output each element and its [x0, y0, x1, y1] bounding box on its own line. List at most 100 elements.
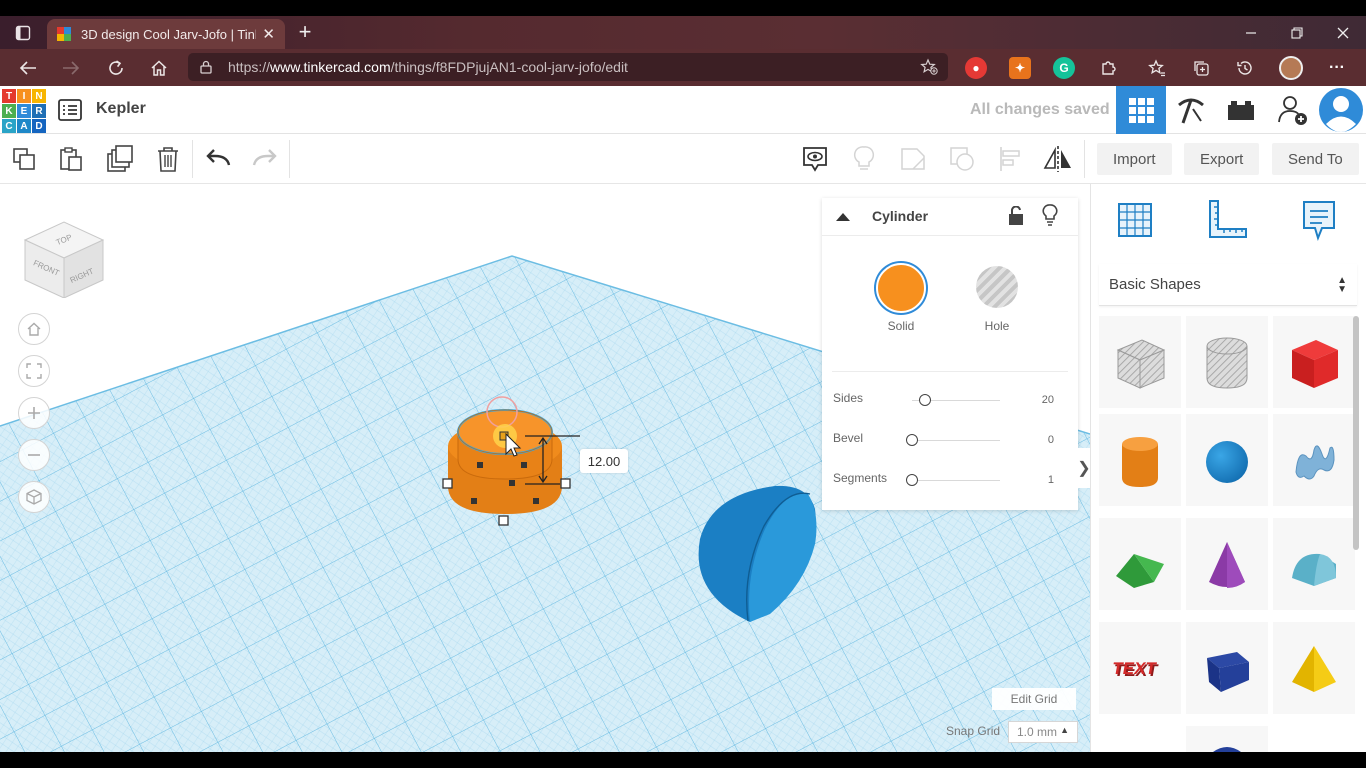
delete-button[interactable] [152, 143, 184, 175]
shape-box[interactable] [1273, 316, 1355, 408]
pickaxe-icon [1178, 98, 1204, 124]
account-avatar[interactable] [1316, 86, 1366, 134]
segments-slider-knob[interactable] [906, 474, 918, 486]
home-view-button[interactable] [18, 313, 50, 345]
design-list-icon[interactable] [58, 99, 82, 121]
metamask-extension-icon[interactable]: ✦ [1009, 57, 1031, 79]
history-icon[interactable] [1234, 57, 1256, 79]
ruler-tool-button[interactable] [1205, 198, 1249, 242]
url-field[interactable]: https://www.tinkercad.com/things/f8FDPju… [188, 53, 948, 81]
tinkercad-logo[interactable]: T I N K E R C A D [2, 89, 46, 133]
shape-sphere[interactable] [1186, 414, 1268, 506]
view-cube[interactable]: TOP FRONT RIGHT [20, 208, 110, 299]
align-icon [1000, 147, 1020, 171]
blocks-view-button[interactable] [1166, 86, 1216, 134]
grammarly-extension-icon[interactable]: G [1053, 57, 1075, 79]
segments-slider-track[interactable] [912, 480, 1000, 481]
refresh-button[interactable] [101, 55, 131, 81]
design-name[interactable]: Kepler [96, 100, 146, 118]
align-button[interactable] [995, 143, 1027, 175]
add-favorite-icon[interactable] [920, 58, 938, 80]
shape-box-hole[interactable] [1099, 316, 1181, 408]
edit-grid-button[interactable]: Edit Grid [992, 688, 1076, 710]
collections-icon[interactable] [1190, 57, 1212, 79]
collapse-panel-chevron-icon[interactable]: ❯ [1077, 448, 1091, 488]
restore-window-button[interactable] [1274, 16, 1320, 49]
bevel-slider-track[interactable] [912, 440, 1000, 441]
shape-roof[interactable] [1099, 518, 1181, 610]
favorites-icon[interactable] [1146, 57, 1168, 79]
invite-user-button[interactable] [1268, 86, 1318, 134]
tab-actions-button[interactable] [8, 21, 38, 45]
dimension-input[interactable]: 12.00 [580, 449, 628, 473]
minimize-window-button[interactable] [1228, 16, 1274, 49]
restore-icon [1291, 26, 1303, 39]
shape-pyramid[interactable] [1273, 622, 1355, 714]
shape-partial[interactable] [1186, 726, 1268, 752]
collapse-inspector-button[interactable] [832, 206, 854, 228]
shape-wedge[interactable] [1186, 622, 1268, 714]
shape-category-select[interactable]: Basic Shapes ▲ ▼ [1099, 264, 1357, 306]
paste-button[interactable] [55, 143, 87, 175]
copy-button[interactable] [8, 143, 40, 175]
group-button[interactable] [897, 143, 929, 175]
shape-cylinder[interactable] [1099, 414, 1181, 506]
shape-cone[interactable] [1186, 518, 1268, 610]
fit-view-button[interactable] [18, 355, 50, 387]
notes-button[interactable] [799, 143, 831, 175]
ungroup-button[interactable] [946, 143, 978, 175]
duplicate-button[interactable] [104, 143, 136, 175]
extension-red-icon[interactable]: ● [965, 57, 987, 79]
logo-letter: A [17, 119, 31, 133]
lightbulb-icon [853, 146, 875, 170]
text-3d-icon: TEXTTEXT [1111, 658, 1160, 680]
redo-button[interactable] [249, 143, 281, 175]
perspective-toggle-button[interactable] [18, 481, 50, 513]
lightbulb-icon[interactable] [1042, 204, 1058, 226]
zoom-out-button[interactable] [18, 439, 50, 471]
export-button[interactable]: Export [1184, 143, 1260, 175]
profile-avatar[interactable] [1279, 56, 1303, 80]
cone-icon [1209, 542, 1245, 588]
more-options-icon[interactable]: ··· [1326, 57, 1348, 79]
extensions-puzzle-icon[interactable] [1097, 57, 1119, 79]
logo-letter: N [32, 89, 46, 103]
close-tab-icon[interactable]: ✕ [262, 25, 275, 43]
notes-tool-button[interactable] [1297, 198, 1341, 242]
segments-value[interactable]: 1 [1048, 474, 1054, 486]
zoom-in-button[interactable] [18, 397, 50, 429]
workplane-tool-button[interactable] [1113, 198, 1157, 242]
caret-up-icon: ▲ [1060, 725, 1069, 735]
sides-slider-knob[interactable] [919, 394, 932, 406]
shape-text[interactable]: TEXT TEXT [1099, 622, 1181, 714]
bevel-slider-knob[interactable] [906, 434, 918, 446]
3d-view-button[interactable] [1116, 86, 1166, 134]
roof-icon [1116, 554, 1164, 588]
new-tab-button[interactable]: + [292, 20, 318, 46]
shapes-scrollbar[interactable] [1353, 316, 1359, 550]
lock-icon[interactable] [1008, 205, 1024, 226]
close-window-button[interactable] [1320, 16, 1366, 49]
browser-tab-active[interactable]: 3D design Cool Jarv-Jofo | Tinker ✕ [47, 19, 285, 49]
shape-round-roof[interactable] [1273, 518, 1355, 610]
box-icon [1292, 340, 1338, 388]
forward-button[interactable] [56, 55, 86, 81]
close-icon [1337, 27, 1349, 38]
snap-grid-select[interactable]: 1.0 mm ▲ [1008, 721, 1078, 743]
bricks-view-button[interactable] [1216, 86, 1266, 134]
mirror-button[interactable] [1042, 143, 1074, 175]
home-button[interactable] [144, 55, 174, 81]
edit-toolbar [0, 134, 1090, 184]
undo-button[interactable] [202, 143, 234, 175]
send-to-button[interactable]: Send To [1272, 143, 1359, 175]
sides-value[interactable]: 20 [1042, 394, 1054, 406]
shape-scribble[interactable] [1273, 414, 1355, 506]
import-button[interactable]: Import [1097, 143, 1172, 175]
hole-swatch[interactable] [976, 266, 1018, 308]
solid-color-swatch[interactable] [876, 263, 926, 313]
bevel-value[interactable]: 0 [1048, 434, 1054, 446]
select-arrows-icon: ▲ ▼ [1337, 275, 1347, 295]
back-button[interactable] [13, 55, 43, 81]
show-all-button[interactable] [848, 143, 880, 175]
shape-cylinder-hole[interactable] [1186, 316, 1268, 408]
